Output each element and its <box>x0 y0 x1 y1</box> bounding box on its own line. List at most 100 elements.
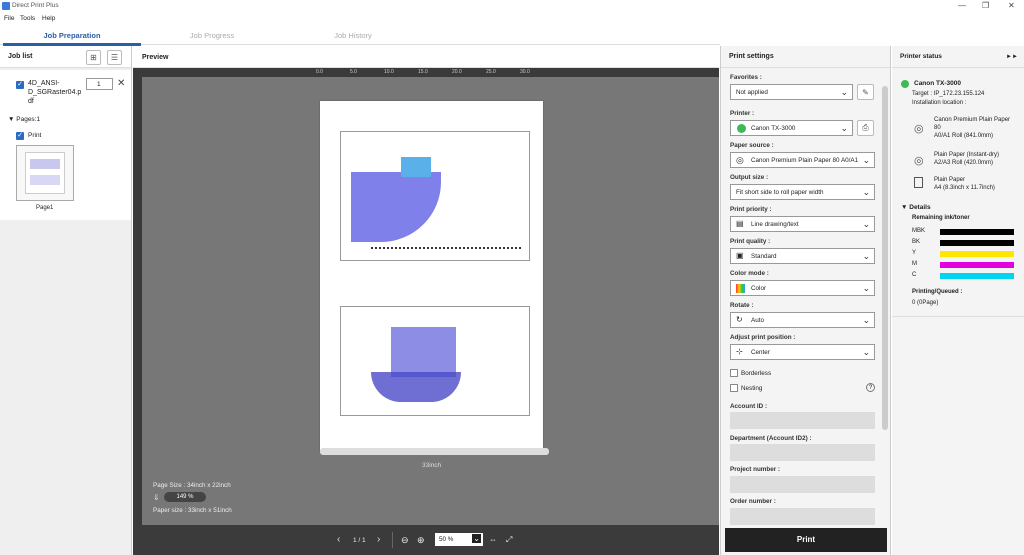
menu-bar: File Tools Help <box>0 13 1024 26</box>
divider <box>392 532 393 548</box>
prev-page-icon[interactable]: ‹ <box>337 534 340 545</box>
add-file-button[interactable]: ⊞ <box>86 50 101 65</box>
print-button[interactable]: Print <box>725 528 887 552</box>
paper-source-value: Canon Premium Plain Paper 80 A0/A1 <box>751 157 859 164</box>
tab-job-history[interactable]: Job History <box>283 31 423 40</box>
printer-status-panel: Printer status ►► Canon TX-3000 Target :… <box>892 46 1024 555</box>
print-quality-dropdown[interactable]: ▣ Standard ⌄ <box>730 248 875 264</box>
sheet-paper-icon <box>914 177 923 188</box>
menu-help[interactable]: Help <box>42 15 55 22</box>
help-icon[interactable]: ? <box>866 383 875 392</box>
list-view-button[interactable]: ☰ <box>107 50 122 65</box>
job-list-title: Job list <box>8 53 33 60</box>
ink-name: C <box>912 272 917 278</box>
tab-job-progress[interactable]: Job Progress <box>142 31 282 40</box>
next-page-icon[interactable]: › <box>377 534 380 545</box>
chevron-down-icon: ⌄ <box>862 187 870 197</box>
job-checkbox[interactable]: ✓ <box>16 81 24 89</box>
roll-paper-icon: ◎ <box>736 155 744 165</box>
media-line: Plain Paper (Instant-dry) <box>934 152 1000 158</box>
chevron-down-icon: ⌄ <box>862 155 870 165</box>
remove-job-icon[interactable]: ✕ <box>117 78 125 89</box>
scale-down-icon: ⇓ <box>153 493 160 502</box>
print-page-checkbox[interactable]: ✓ <box>16 132 24 140</box>
project-number-label: Project number : <box>730 466 781 473</box>
rotate-label: Rotate : <box>730 302 754 309</box>
file-name-line: 4D_ANSI- <box>28 80 60 87</box>
favorites-label: Favorites : <box>730 74 762 81</box>
printer-dropdown[interactable]: Canon TX-3000 ⌄ <box>730 120 853 136</box>
borderless-checkbox[interactable] <box>730 369 738 377</box>
menu-tools[interactable]: Tools <box>20 15 35 22</box>
minimize-button[interactable]: — <box>958 1 966 10</box>
fit-width-icon[interactable]: ⇔ <box>489 535 497 544</box>
edit-favorites-button[interactable]: ✎ <box>857 84 874 100</box>
order-number-label: Order number : <box>730 498 776 505</box>
app-icon <box>2 2 10 10</box>
pages-group[interactable]: ▼ Pages:1 <box>8 116 40 123</box>
close-window-button[interactable]: ✕ <box>1008 1 1015 10</box>
print-page-label: Print <box>28 132 42 139</box>
expand-icon[interactable]: ►► <box>1006 54 1018 60</box>
output-size-value: Fit short side to roll paper width <box>736 189 824 196</box>
thumbnail-label: Page1 <box>36 205 54 211</box>
fit-page-icon[interactable]: ⤢ <box>506 535 512 545</box>
ink-name: MBK <box>912 228 926 234</box>
thumbnail-image <box>25 152 65 194</box>
project-number-field[interactable] <box>730 476 875 493</box>
favorites-dropdown[interactable]: Not applied ⌄ <box>730 84 853 100</box>
media-line: 80 <box>934 125 941 131</box>
preview-title: Preview <box>142 54 169 61</box>
rotate-dropdown[interactable]: ↻ Auto ⌄ <box>730 312 875 328</box>
printer-online-icon <box>901 80 909 88</box>
list-icon: ☰ <box>110 53 119 62</box>
paper-source-dropdown[interactable]: ◎ Canon Premium Plain Paper 80 A0/A1 ⌄ <box>730 152 875 168</box>
ink-name: BK <box>912 239 921 245</box>
printer-properties-button[interactable]: ⎙ <box>857 120 874 136</box>
vertical-ruler <box>133 77 142 525</box>
queued-label: Printing/Queued : <box>912 289 963 295</box>
rotate-value: Auto <box>751 317 764 324</box>
ink-name: Y <box>912 250 917 256</box>
job-list-panel: Job list ⊞ ☰ ✓ 4D_ANSI- D_SGRaster04.p d… <box>0 46 132 555</box>
borderless-label: Borderless <box>741 370 772 377</box>
divider <box>892 316 1024 317</box>
adjust-position-label: Adjust print position : <box>730 334 796 341</box>
order-number-field[interactable] <box>730 508 875 525</box>
printer-status-title: Printer status <box>900 53 942 60</box>
media-line: A0/A1 Roll (841.0mm) <box>934 133 994 139</box>
adjust-position-dropdown[interactable]: ⊹ Center ⌄ <box>730 344 875 360</box>
printer-value: Canon TX-3000 <box>751 125 796 132</box>
restore-button[interactable]: ❐ <box>982 1 989 10</box>
color-icon <box>736 284 745 293</box>
chevron-down-icon: ⌄ <box>862 347 870 357</box>
pages-label: Pages:1 <box>16 116 41 123</box>
print-priority-dropdown[interactable]: ▤ Line drawing/text ⌄ <box>730 216 875 232</box>
color-mode-dropdown[interactable]: Color ⌄ <box>730 280 875 296</box>
settings-scrollbar[interactable] <box>882 86 888 430</box>
account-id-field[interactable] <box>730 412 875 429</box>
chevron-down-icon: ⌄ <box>840 87 848 97</box>
paper-width-label: 33inch <box>422 462 442 469</box>
center-icon: ⊹ <box>736 347 743 356</box>
copies-stepper[interactable]: 1 <box>86 78 113 90</box>
output-size-dropdown[interactable]: Fit short side to roll paper width ⌄ <box>730 184 875 200</box>
ink-name: M <box>912 261 917 267</box>
ruler-mark: 0.0 <box>316 69 323 75</box>
tree-row <box>371 247 521 257</box>
zoom-in-icon[interactable]: ⊕ <box>417 535 425 546</box>
add-file-icon: ⊞ <box>90 53 97 62</box>
details-toggle[interactable]: ▼ Details <box>901 204 931 211</box>
chevron-down-icon: ⌄ <box>840 123 848 133</box>
page-thumbnail[interactable] <box>16 145 74 201</box>
zoom-select[interactable]: 50 % ⌄ <box>435 533 483 546</box>
department-field[interactable] <box>730 444 875 461</box>
nesting-checkbox[interactable] <box>730 384 738 392</box>
tab-job-preparation[interactable]: Job Preparation <box>2 31 142 40</box>
ruler-mark: 5.0 <box>350 69 357 75</box>
zoom-out-icon[interactable]: ⊖ <box>401 535 409 546</box>
media-roll-1: Canon Premium Plain Paper 80 A0/A1 Roll … <box>934 116 1010 140</box>
menu-file[interactable]: File <box>4 15 14 22</box>
copies-value: 1 <box>97 81 101 88</box>
ruler-mark: 25.0 <box>486 69 496 75</box>
